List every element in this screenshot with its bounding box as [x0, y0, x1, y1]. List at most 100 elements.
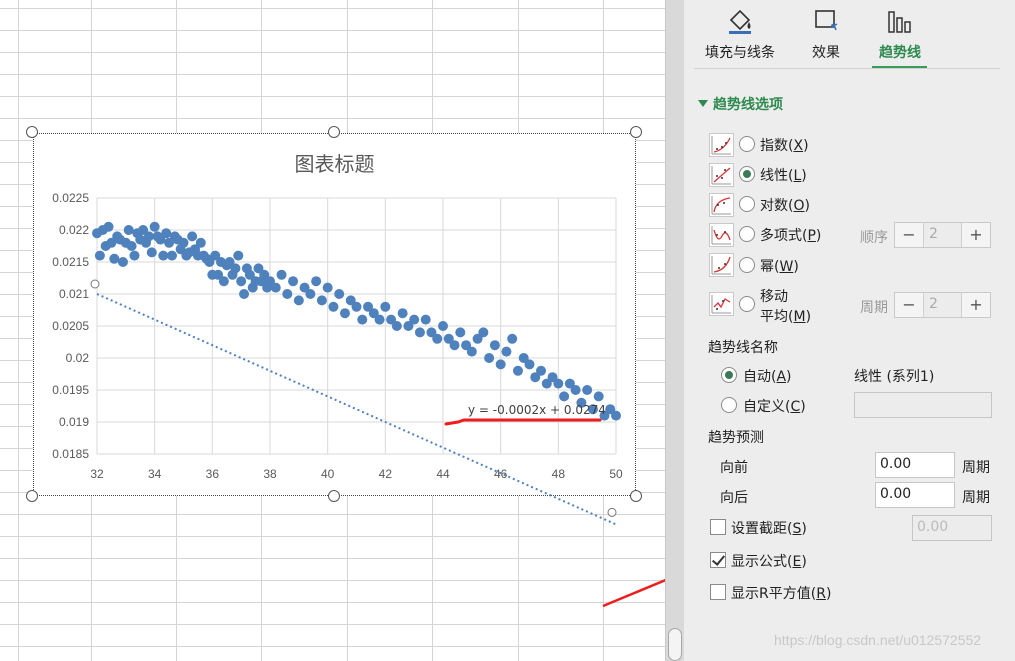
- label-name-auto[interactable]: 自动(A): [743, 366, 792, 386]
- data-point[interactable]: [94, 250, 105, 261]
- pane-splitter[interactable]: [665, 0, 685, 661]
- data-point[interactable]: [143, 231, 154, 242]
- data-point[interactable]: [316, 295, 327, 306]
- radio-exponential[interactable]: [739, 136, 755, 152]
- tab-effects[interactable]: 效果: [800, 0, 852, 68]
- data-point[interactable]: [117, 257, 128, 267]
- data-point[interactable]: [166, 250, 177, 261]
- resize-handle-top[interactable]: [328, 126, 340, 138]
- radio-power[interactable]: [739, 257, 755, 273]
- radio-moving-average[interactable]: [739, 296, 755, 312]
- checkbox-set-intercept[interactable]: [710, 519, 726, 535]
- data-point[interactable]: [536, 365, 547, 376]
- data-point[interactable]: [239, 289, 250, 299]
- data-point[interactable]: [495, 359, 506, 370]
- data-point[interactable]: [489, 340, 500, 351]
- label-polynomial[interactable]: 多项式(P): [760, 225, 821, 245]
- data-point[interactable]: [391, 321, 402, 331]
- data-point[interactable]: [420, 314, 431, 325]
- radio-name-custom[interactable]: [721, 397, 737, 413]
- label-exponential[interactable]: 指数(X): [760, 135, 809, 155]
- data-point[interactable]: [357, 314, 368, 325]
- custom-name-input[interactable]: [854, 392, 992, 418]
- data-point[interactable]: [236, 276, 247, 287]
- data-point[interactable]: [570, 385, 581, 395]
- data-point[interactable]: [507, 333, 518, 344]
- data-point[interactable]: [218, 276, 229, 287]
- label-name-custom[interactable]: 自定义(C): [743, 396, 806, 416]
- data-point[interactable]: [593, 391, 604, 402]
- data-point[interactable]: [414, 327, 425, 338]
- data-point[interactable]: [466, 346, 477, 357]
- period-decrement-button[interactable]: −: [895, 293, 924, 317]
- resize-handle-bottom-right[interactable]: [630, 490, 642, 502]
- data-point[interactable]: [146, 247, 157, 258]
- data-point[interactable]: [438, 321, 448, 331]
- data-point[interactable]: [109, 253, 120, 264]
- data-point[interactable]: [230, 263, 241, 274]
- forecast-backward-input[interactable]: 0.00: [875, 482, 955, 508]
- data-point[interactable]: [328, 301, 339, 312]
- data-point[interactable]: [311, 276, 322, 287]
- data-point[interactable]: [288, 276, 299, 287]
- order-decrement-button[interactable]: −: [895, 223, 924, 247]
- data-point[interactable]: [178, 237, 189, 248]
- data-point[interactable]: [305, 289, 316, 299]
- label-set-intercept[interactable]: 设置截距(S): [731, 518, 807, 538]
- label-power[interactable]: 幂(W): [760, 256, 799, 276]
- data-point[interactable]: [432, 333, 443, 344]
- data-point[interactable]: [233, 250, 244, 261]
- data-point[interactable]: [161, 228, 172, 239]
- data-point[interactable]: [455, 327, 466, 338]
- data-point[interactable]: [524, 359, 535, 370]
- trendline-equation[interactable]: y = -0.0002x + 0.0274: [468, 403, 606, 417]
- period-spinner[interactable]: − 2 +: [894, 292, 991, 318]
- period-increment-button[interactable]: +: [961, 293, 990, 317]
- data-point[interactable]: [123, 225, 134, 235]
- resize-handle-bottom[interactable]: [328, 490, 340, 502]
- resize-handle-top-left[interactable]: [26, 126, 38, 138]
- data-point[interactable]: [276, 269, 287, 280]
- data-point[interactable]: [374, 314, 385, 325]
- data-point[interactable]: [187, 231, 198, 242]
- data-point[interactable]: [195, 237, 206, 248]
- radio-name-auto[interactable]: [721, 367, 737, 383]
- data-point[interactable]: [582, 385, 593, 395]
- data-point[interactable]: [380, 301, 391, 312]
- label-moving-average-line1[interactable]: 移动: [760, 286, 788, 306]
- checkbox-show-r-squared[interactable]: [710, 584, 726, 600]
- radio-linear[interactable]: [739, 166, 755, 182]
- resize-handle-bottom-left[interactable]: [26, 490, 38, 502]
- checkbox-show-equation[interactable]: [710, 552, 726, 568]
- order-spinner[interactable]: − 2 +: [894, 222, 991, 248]
- data-point[interactable]: [397, 308, 408, 319]
- section-toggle-trendline-options[interactable]: 趋势线选项: [698, 94, 783, 114]
- data-point[interactable]: [270, 282, 281, 293]
- label-show-r-squared[interactable]: 显示R平方值(R): [731, 583, 831, 603]
- resize-handle-top-right[interactable]: [630, 126, 642, 138]
- data-point[interactable]: [478, 327, 489, 338]
- data-point[interactable]: [611, 410, 621, 421]
- label-show-equation[interactable]: 显示公式(E): [731, 551, 807, 571]
- data-point[interactable]: [553, 378, 564, 389]
- data-point[interactable]: [339, 308, 350, 319]
- data-point[interactable]: [282, 289, 293, 299]
- data-point[interactable]: [334, 289, 345, 299]
- data-point[interactable]: [129, 250, 140, 261]
- radio-logarithmic[interactable]: [739, 196, 755, 212]
- forecast-forward-input[interactable]: 0.00: [875, 452, 955, 478]
- data-point[interactable]: [501, 346, 512, 357]
- data-point[interactable]: [103, 221, 114, 232]
- intercept-input[interactable]: 0.00: [912, 515, 992, 541]
- data-point[interactable]: [351, 301, 362, 312]
- tab-trendline[interactable]: 趋势线: [870, 0, 930, 68]
- label-linear[interactable]: 线性(L): [760, 165, 807, 185]
- data-point[interactable]: [409, 314, 420, 325]
- data-point[interactable]: [449, 340, 460, 351]
- order-increment-button[interactable]: +: [961, 223, 990, 247]
- data-point[interactable]: [559, 391, 570, 402]
- radio-polynomial[interactable]: [739, 226, 755, 242]
- data-point[interactable]: [149, 221, 160, 232]
- data-point[interactable]: [322, 282, 333, 293]
- tab-fill-and-line[interactable]: 填充与线条: [698, 0, 782, 68]
